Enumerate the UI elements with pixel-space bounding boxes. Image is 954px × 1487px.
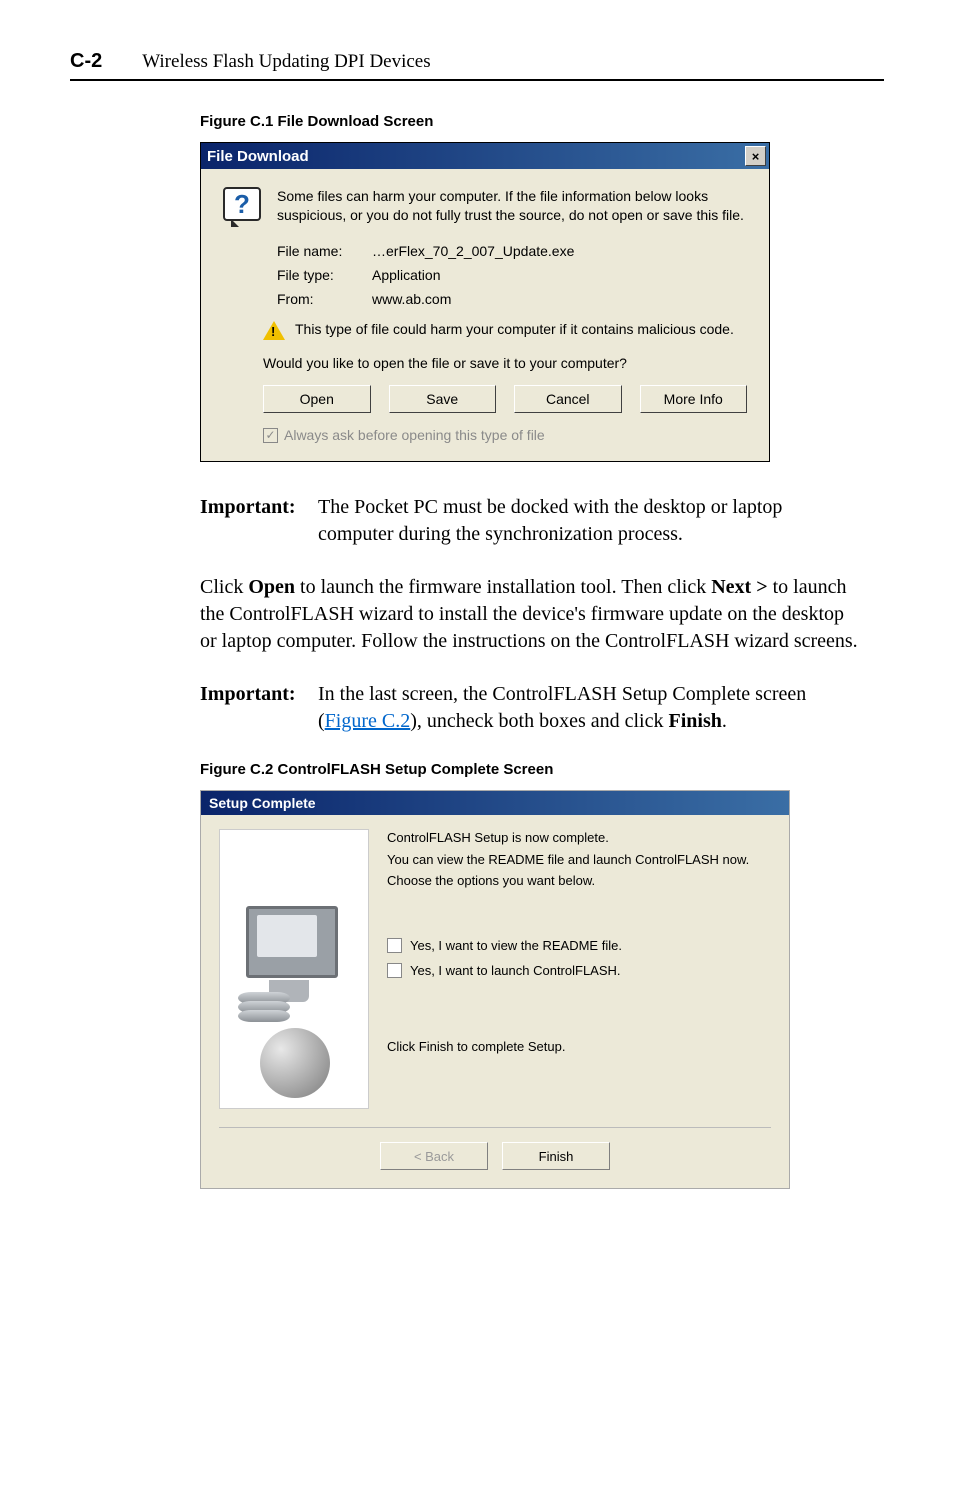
save-button[interactable]: Save [389,385,497,413]
readme-checkbox[interactable] [387,938,402,953]
cancel-button[interactable]: Cancel [514,385,622,413]
important-label: Important: [200,494,318,548]
setup-complete-dialog: Setup Complete ■■ ControlFLASH Setup is … [200,790,790,1189]
open-button[interactable]: Open [263,385,371,413]
filename-label: File name: [277,243,372,259]
dialog-titlebar[interactable]: File Download × [201,143,769,169]
warning-icon [263,321,285,341]
file-download-dialog: File Download × ? Some files can harm yo… [200,142,770,462]
readme-label: Yes, I want to view the README file. [410,938,622,953]
finish-button[interactable]: Finish [502,1142,610,1170]
next-keyword: Next > [711,576,767,598]
dialog-title: File Download [207,148,309,165]
always-ask-checkbox[interactable]: ✓ [263,428,278,443]
finish-keyword: Finish [669,710,722,732]
warning-text: This type of file could harm your comput… [295,321,734,341]
from-label: From: [277,291,372,307]
figure-c2-caption: Figure C.2 ControlFLASH Setup Complete S… [200,761,884,778]
important-label-2: Important: [200,681,318,735]
page-number: C-2 [70,50,102,73]
always-ask-label: Always ask before opening this type of f… [284,427,545,443]
body-paragraph: Click Open to launch the firmware instal… [200,574,860,655]
setup-line-2: You can view the README file and launch … [387,851,771,869]
important-1-text: The Pocket PC must be docked with the de… [318,494,860,548]
open-keyword: Open [248,576,295,598]
setup-line-1: ControlFLASH Setup is now complete. [387,829,771,847]
wizard-sidebar-image: ■■ [219,829,369,1109]
more-info-button[interactable]: More Info [640,385,748,413]
filetype-value: Application [372,267,747,283]
figure-c2-link[interactable]: Figure C.2 [325,710,411,732]
file-info-grid: File name: …erFlex_70_2_007_Update.exe F… [277,243,747,307]
setup-complete-titlebar[interactable]: Setup Complete [201,791,789,815]
important-note-2: Important: In the last screen, the Contr… [200,681,860,735]
filetype-label: File type: [277,267,372,283]
from-value: www.ab.com [372,291,747,307]
figure-c1-caption: Figure C.1 File Download Screen [200,113,884,130]
click-finish-line: Click Finish to complete Setup. [387,1038,771,1056]
important-note-1: Important: The Pocket PC must be docked … [200,494,860,548]
header-title: Wireless Flash Updating DPI Devices [142,51,430,73]
back-button: < Back [380,1142,488,1170]
open-save-question: Would you like to open the file or save … [263,355,747,371]
always-ask-row: ✓ Always ask before opening this type of… [263,427,747,443]
setup-line-3: Choose the options you want below. [387,872,771,890]
page-header: C-2 Wireless Flash Updating DPI Devices [70,50,884,81]
close-icon[interactable]: × [745,146,766,166]
dialog-intro-text: Some files can harm your computer. If th… [277,187,747,227]
launch-checkbox[interactable] [387,963,402,978]
filename-value: …erFlex_70_2_007_Update.exe [372,243,747,259]
question-icon: ? [223,187,263,227]
launch-label: Yes, I want to launch ControlFLASH. [410,963,621,978]
